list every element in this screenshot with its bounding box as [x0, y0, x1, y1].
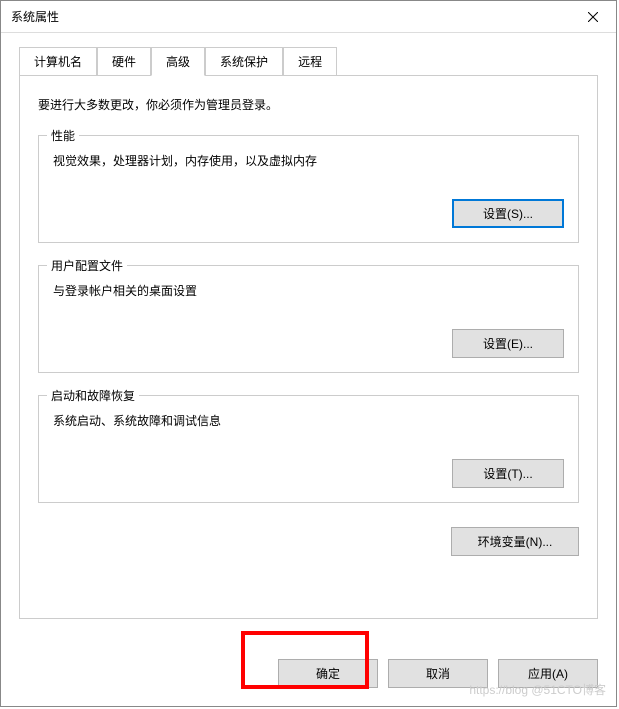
environment-variables-button[interactable]: 环境变量(N)...	[451, 527, 579, 556]
group-user-profile: 用户配置文件 与登录帐户相关的桌面设置 设置(E)...	[38, 265, 579, 373]
dialog-title: 系统属性	[11, 8, 59, 25]
tab-advanced[interactable]: 高级	[151, 47, 205, 76]
tab-remote[interactable]: 远程	[283, 47, 337, 76]
tab-computer-name[interactable]: 计算机名	[19, 47, 97, 76]
cancel-button[interactable]: 取消	[388, 659, 488, 688]
group-performance-legend: 性能	[47, 127, 79, 144]
close-button[interactable]	[570, 2, 616, 32]
user-profile-settings-button[interactable]: 设置(E)...	[452, 329, 564, 358]
system-properties-dialog: 系统属性 计算机名 硬件 高级 系统保护 远程 要进行大多数更改，你必须作为管理…	[0, 0, 617, 707]
group-startup-recovery-desc: 系统启动、系统故障和调试信息	[53, 412, 564, 429]
ok-button[interactable]: 确定	[278, 659, 378, 688]
tab-strip: 计算机名 硬件 高级 系统保护 远程	[19, 47, 598, 76]
group-user-profile-desc: 与登录帐户相关的桌面设置	[53, 282, 564, 299]
titlebar: 系统属性	[1, 1, 616, 33]
tab-hardware[interactable]: 硬件	[97, 47, 151, 76]
group-performance-desc: 视觉效果，处理器计划，内存使用，以及虚拟内存	[53, 152, 564, 169]
group-startup-recovery: 启动和故障恢复 系统启动、系统故障和调试信息 设置(T)...	[38, 395, 579, 503]
group-user-profile-legend: 用户配置文件	[47, 257, 127, 274]
admin-notice: 要进行大多数更改，你必须作为管理员登录。	[38, 96, 579, 113]
tab-system-protection[interactable]: 系统保护	[205, 47, 283, 76]
dialog-buttons: 确定 取消 应用(A)	[1, 637, 616, 706]
performance-settings-button[interactable]: 设置(S)...	[452, 199, 564, 228]
close-icon	[588, 12, 598, 22]
apply-button[interactable]: 应用(A)	[498, 659, 598, 688]
group-performance: 性能 视觉效果，处理器计划，内存使用，以及虚拟内存 设置(S)...	[38, 135, 579, 243]
tab-panel-advanced: 要进行大多数更改，你必须作为管理员登录。 性能 视觉效果，处理器计划，内存使用，…	[19, 76, 598, 619]
dialog-content: 计算机名 硬件 高级 系统保护 远程 要进行大多数更改，你必须作为管理员登录。 …	[1, 33, 616, 637]
startup-recovery-settings-button[interactable]: 设置(T)...	[452, 459, 564, 488]
group-startup-recovery-legend: 启动和故障恢复	[47, 387, 139, 404]
